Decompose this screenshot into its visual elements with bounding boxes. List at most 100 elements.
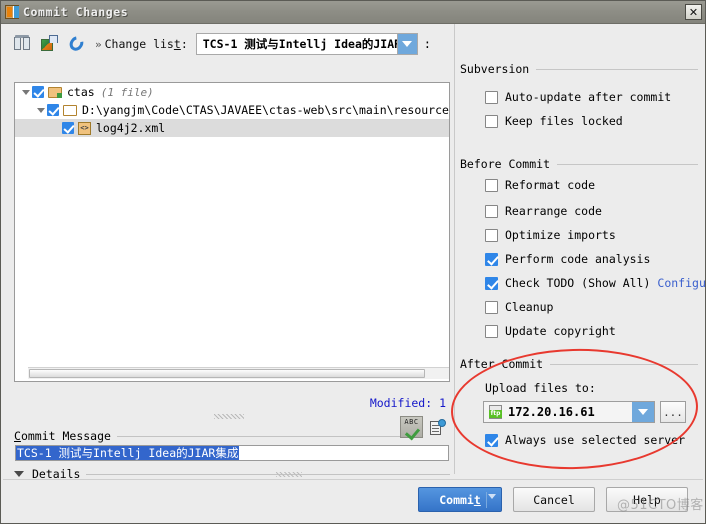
- folder-modified-icon: [48, 86, 62, 98]
- overflow-chevron-icon[interactable]: »: [95, 38, 102, 51]
- commit-message-tools: ABC: [400, 416, 446, 441]
- refresh-icon[interactable]: [68, 35, 86, 53]
- auto-update-after-commit-checkbox[interactable]: Auto-update after commit: [485, 90, 671, 104]
- option-label: Reformat code: [505, 178, 596, 192]
- checkbox-box[interactable]: [485, 204, 498, 218]
- splitter-grip[interactable]: [214, 414, 244, 419]
- option-label: Perform code analysis: [505, 252, 651, 266]
- group-header-after-commit: After Commit: [460, 357, 698, 371]
- update-copyright-checkbox[interactable]: Update copyright: [485, 324, 616, 338]
- upload-server-value: 172.20.16.61: [508, 405, 595, 419]
- row-checkbox[interactable]: [62, 122, 74, 134]
- group-header-before-commit: Before Commit: [460, 157, 698, 171]
- checkbox-box[interactable]: [485, 114, 498, 128]
- ftp-icon: ftp: [489, 405, 502, 419]
- changed-files-tree[interactable]: ctas (1 file) D:\yangjm\Code\CTAS\JAVAEE\c…: [14, 82, 450, 382]
- row-meta: (1 file): [100, 85, 154, 99]
- row-checkbox[interactable]: [47, 104, 59, 116]
- show-diff-external-icon[interactable]: [41, 35, 59, 53]
- checkbox-box[interactable]: [485, 252, 498, 266]
- show-diff-icon[interactable]: [14, 35, 32, 53]
- modified-count: Modified: 1: [369, 396, 446, 410]
- row-label: ctas: [67, 85, 95, 99]
- cancel-button[interactable]: Cancel: [513, 487, 595, 512]
- message-history-icon[interactable]: [430, 418, 446, 436]
- table-row[interactable]: D:\yangjm\Code\CTAS\JAVAEE\ctas-web\src\…: [15, 101, 449, 119]
- browse-servers-button[interactable]: ...: [660, 401, 686, 423]
- folder-icon: [63, 104, 77, 116]
- option-label: Always use selected server: [505, 433, 686, 447]
- screenshot-root: Commit Changes ✕ » Change list: TCS-1 测试…: [0, 0, 706, 524]
- divider-line: [550, 363, 698, 365]
- checkbox-box[interactable]: [485, 228, 498, 242]
- toolbar-trailing-colon: :: [423, 37, 431, 51]
- changelist-value: TCS-1 测试与Intellj Idea的JIAR集成: [202, 37, 397, 51]
- group-title: Subversion: [460, 62, 530, 76]
- chevron-down-icon[interactable]: [488, 494, 496, 499]
- upload-server-row: ftp 172.20.16.61 ...: [483, 401, 686, 423]
- commit-message-value: TCS-1 测试与Intellj Idea的JIAR集成: [16, 446, 240, 460]
- pane-splitter[interactable]: [454, 24, 455, 474]
- divider-line: [557, 163, 698, 165]
- perform-code-analysis-checkbox[interactable]: Perform code analysis: [485, 252, 650, 266]
- split-divider: [486, 492, 487, 508]
- cleanup-checkbox[interactable]: Cleanup: [485, 300, 553, 314]
- keep-files-locked-checkbox[interactable]: Keep files locked: [485, 114, 623, 128]
- row-label: D:\yangjm\Code\CTAS\JAVAEE\ctas-web\src\…: [82, 103, 450, 117]
- divider-line: [116, 435, 404, 437]
- table-row[interactable]: <> log4j2.xml: [15, 119, 449, 137]
- check-todo-checkbox[interactable]: Check TODO (Show All) Configure: [485, 276, 706, 290]
- rearrange-code-checkbox[interactable]: Rearrange code: [485, 204, 602, 218]
- scrollbar-thumb[interactable]: [29, 369, 425, 378]
- expander-placeholder: [49, 119, 62, 137]
- changelist-label: Change list:: [104, 37, 188, 51]
- expander-triangle-icon[interactable]: [34, 101, 47, 119]
- option-label: Keep files locked: [505, 114, 623, 128]
- chevron-down-icon[interactable]: [396, 34, 417, 54]
- footer-divider: [3, 479, 703, 480]
- configure-link[interactable]: Configure: [657, 276, 706, 290]
- checkbox-box[interactable]: [485, 324, 498, 338]
- spellcheck-icon[interactable]: ABC: [400, 416, 423, 441]
- checkbox-box[interactable]: [485, 90, 498, 104]
- help-button[interactable]: Help: [606, 487, 688, 512]
- close-icon[interactable]: ✕: [685, 4, 702, 20]
- group-header-subversion: Subversion: [460, 62, 698, 76]
- commit-message-header: Commit Message: [14, 429, 404, 443]
- table-row[interactable]: ctas (1 file): [15, 83, 449, 101]
- group-title: After Commit: [460, 357, 544, 371]
- chevron-down-icon[interactable]: [632, 402, 654, 422]
- group-title: Before Commit: [460, 157, 551, 171]
- upload-server-combobox[interactable]: ftp 172.20.16.61: [483, 401, 655, 423]
- commit-button[interactable]: Commit: [418, 487, 502, 512]
- commit-message-label: Commit Message: [14, 429, 111, 443]
- option-label: Cleanup: [505, 300, 554, 314]
- xml-file-icon: <>: [78, 121, 91, 135]
- window-title-bar: Commit Changes ✕: [1, 1, 705, 24]
- expander-triangle-icon[interactable]: [19, 83, 32, 101]
- optimize-imports-checkbox[interactable]: Optimize imports: [485, 228, 616, 242]
- option-label: Auto-update after commit: [505, 90, 672, 104]
- option-label: Update copyright: [505, 324, 616, 338]
- always-use-selected-server-checkbox[interactable]: Always use selected server: [485, 433, 685, 447]
- changelist-combobox[interactable]: TCS-1 测试与Intellj Idea的JIAR集成: [195, 33, 418, 55]
- reformat-code-checkbox[interactable]: Reformat code: [485, 178, 595, 192]
- row-checkbox[interactable]: [32, 86, 44, 98]
- divider-line: [86, 471, 450, 477]
- changes-toolbar: » Change list: TCS-1 测试与Intellj Idea的JIA…: [14, 32, 450, 56]
- tree-horizontal-scrollbar[interactable]: [28, 367, 449, 379]
- commit-message-input[interactable]: TCS-1 测试与Intellj Idea的JIAR集成: [15, 445, 449, 461]
- dialog-body: » Change list: TCS-1 测试与Intellj Idea的JIA…: [2, 24, 706, 522]
- check-glyph: [404, 424, 421, 441]
- intellij-idea-icon: [5, 5, 19, 19]
- checkbox-box[interactable]: [485, 276, 498, 290]
- commit-button-label: Commit: [439, 492, 481, 507]
- window-title: Commit Changes: [23, 5, 129, 19]
- checkbox-box[interactable]: [485, 433, 498, 447]
- checkbox-box[interactable]: [485, 300, 498, 314]
- row-label: log4j2.xml: [96, 121, 166, 135]
- divider-line: [536, 68, 698, 70]
- checkbox-box[interactable]: [485, 178, 498, 192]
- ftp-icon-text: ftp: [489, 410, 502, 418]
- chevron-down-icon[interactable]: [14, 471, 24, 477]
